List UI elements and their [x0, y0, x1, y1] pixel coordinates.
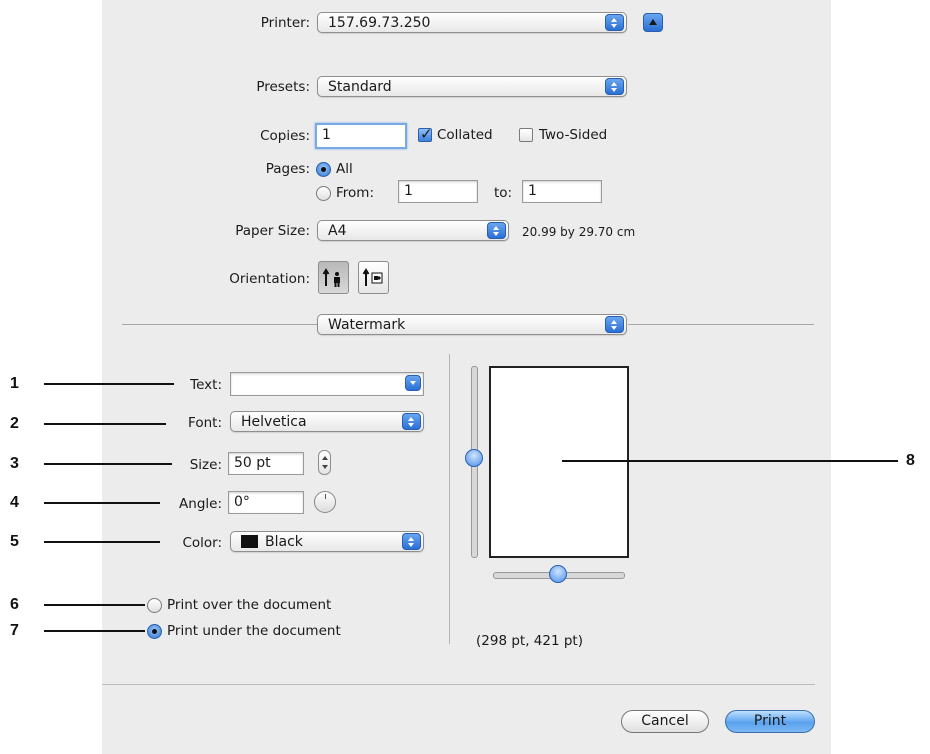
two-sided-label: Two-Sided [539, 127, 608, 143]
popup-arrows-icon [605, 78, 624, 95]
callout-line [562, 460, 898, 462]
printer-label: Printer: [260, 15, 310, 31]
collated-checkbox[interactable]: ✓ [418, 125, 433, 143]
section-popup[interactable]: Watermark [317, 314, 627, 335]
pages-all-label: All [336, 161, 353, 177]
vertical-slider-thumb[interactable] [465, 449, 483, 467]
horizontal-slider-thumb[interactable] [549, 565, 567, 583]
text-combo[interactable] [230, 372, 424, 396]
angle-field[interactable]: 0° [228, 491, 304, 514]
presets-label: Presets: [256, 79, 310, 95]
callout-line [44, 541, 160, 543]
color-popup[interactable]: Black [230, 531, 424, 552]
print-over-radio[interactable] [147, 598, 162, 613]
callout-number: 2 [10, 415, 19, 432]
callout-number: 3 [10, 455, 19, 472]
callout-line [44, 630, 145, 632]
combo-arrow-icon[interactable] [405, 375, 421, 391]
presets-value: Standard [328, 79, 392, 95]
orientation-label: Orientation: [229, 271, 310, 287]
popup-arrows-icon [605, 316, 624, 333]
color-swatch-icon [241, 535, 258, 548]
page-preview [489, 366, 629, 558]
angle-knob[interactable] [314, 491, 336, 513]
pages-label: Pages: [265, 161, 310, 177]
callout-number: 6 [10, 596, 19, 613]
angle-label: Angle: [179, 496, 222, 512]
print-under-label: Print under the document [167, 623, 341, 639]
callout-number: 8 [906, 452, 915, 469]
landscape-glyph-icon [362, 268, 383, 286]
section-value: Watermark [328, 317, 406, 333]
font-popup[interactable]: Helvetica [230, 411, 424, 432]
paper-size-popup[interactable]: A4 [317, 220, 509, 241]
disclosure-triangle-icon[interactable] [643, 13, 663, 32]
print-over-label: Print over the document [167, 597, 332, 613]
footer-divider [102, 684, 815, 685]
panel-divider [449, 354, 450, 644]
paper-dimensions: 20.99 by 29.70 cm [522, 225, 636, 239]
paper-size-label: Paper Size: [235, 223, 310, 239]
popup-arrows-icon [402, 413, 421, 430]
section-divider [122, 324, 317, 325]
color-label: Color: [182, 535, 222, 551]
pages-from-label: From: [336, 185, 374, 201]
callout-number: 4 [10, 494, 19, 511]
callout-number: 5 [10, 533, 19, 550]
copies-field[interactable]: 1 [315, 123, 407, 149]
section-divider [628, 324, 814, 325]
font-value: Helvetica [241, 414, 307, 430]
print-under-radio[interactable] [147, 624, 162, 639]
popup-arrows-icon [402, 533, 421, 550]
popup-arrows-icon [487, 222, 506, 239]
print-button[interactable]: Print [725, 710, 815, 733]
text-label: Text: [190, 377, 222, 393]
printer-value: 157.69.73.250 [328, 15, 431, 31]
presets-popup[interactable]: Standard [317, 76, 627, 97]
callout-line [44, 604, 145, 606]
color-value: Black [265, 534, 303, 550]
popup-arrows-icon [605, 14, 624, 31]
callout-line [44, 463, 172, 465]
portrait-glyph-icon [322, 268, 340, 287]
callout-line [44, 423, 166, 425]
cancel-button[interactable]: Cancel [621, 710, 709, 733]
callout-number: 7 [10, 622, 19, 639]
callout-line [44, 502, 160, 504]
copies-label: Copies: [260, 128, 310, 144]
portrait-orientation-icon[interactable] [318, 261, 349, 294]
pages-all-radio[interactable] [316, 162, 331, 177]
pages-to-field[interactable]: 1 [522, 180, 602, 203]
callout-line [44, 383, 174, 385]
position-readout: (298 pt, 421 pt) [476, 633, 583, 649]
print-dialog: Printer: 157.69.73.250 Presets: Standard… [102, 0, 831, 754]
size-label: Size: [189, 457, 222, 473]
size-field[interactable]: 50 pt [228, 452, 304, 475]
collated-label: Collated [437, 127, 493, 143]
pages-from-radio[interactable] [316, 186, 331, 201]
landscape-orientation-icon[interactable] [358, 261, 389, 294]
printer-popup[interactable]: 157.69.73.250 [317, 12, 627, 33]
pages-to-label: to: [494, 185, 513, 201]
paper-size-value: A4 [328, 223, 347, 239]
two-sided-checkbox[interactable] [519, 128, 533, 142]
size-stepper[interactable] [318, 450, 331, 475]
callout-number: 1 [10, 375, 19, 392]
pages-from-field[interactable]: 1 [398, 180, 478, 203]
